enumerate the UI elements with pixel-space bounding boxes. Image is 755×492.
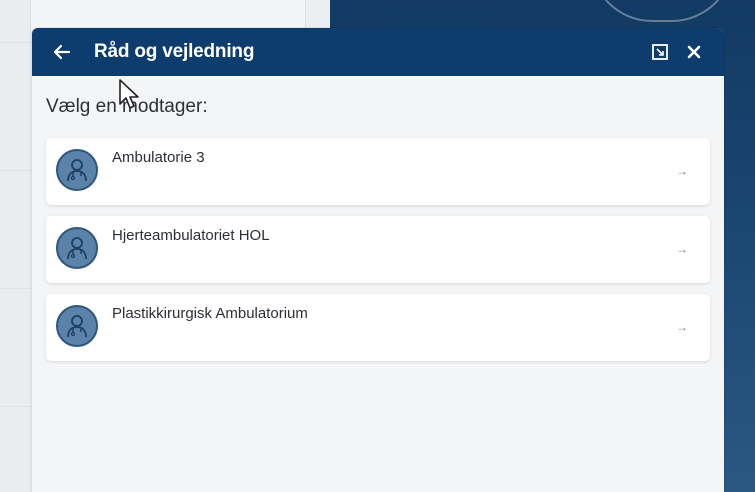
recipient-label: Ambulatorie 3: [112, 149, 205, 166]
recipient-label: Hjerteambulatoriet HOL: [112, 227, 270, 244]
doctor-icon: [56, 227, 98, 269]
recipient-label: Plastikkirurgisk Ambulatorium: [112, 305, 308, 322]
arrow-left-icon: [53, 44, 71, 60]
arrow-right-icon: →: [676, 242, 688, 256]
doctor-icon: [56, 305, 98, 347]
arrow-right-icon: →: [676, 164, 688, 178]
close-button[interactable]: [682, 40, 706, 64]
mouse-cursor-icon: [119, 79, 139, 109]
doctor-icon: [56, 149, 98, 191]
recipient-list: Ambulatorie 3 → Hjerteambulatoriet HOL →: [46, 138, 710, 372]
recipient-item-hjerteambulatoriet-hol[interactable]: Hjerteambulatoriet HOL →: [46, 216, 710, 283]
expand-icon: [652, 44, 668, 60]
dialog-header: Råd og vejledning: [32, 28, 724, 76]
dialog-title: Råd og vejledning: [94, 41, 255, 62]
recipient-item-ambulatorie-3[interactable]: Ambulatorie 3 →: [46, 138, 710, 205]
arrow-right-icon: →: [676, 320, 688, 334]
recipient-item-plastikkirurgisk-ambulatorium[interactable]: Plastikkirurgisk Ambulatorium →: [46, 294, 710, 361]
background-column: [0, 0, 31, 492]
close-icon: [687, 45, 701, 59]
back-button[interactable]: [50, 40, 74, 64]
expand-button[interactable]: [650, 42, 670, 62]
